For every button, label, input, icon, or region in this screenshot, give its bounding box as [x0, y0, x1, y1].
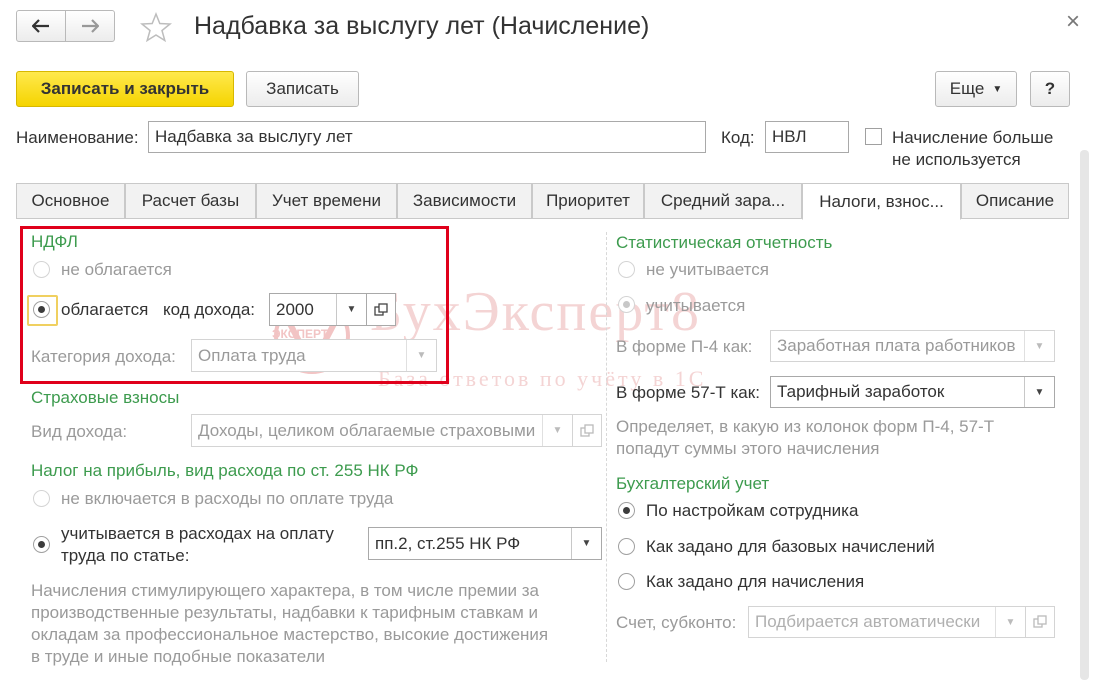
tab-panel-border-right — [961, 218, 1069, 219]
profit-tax-note-line2: производственные результаты, надбавки к … — [31, 603, 539, 622]
not-used-label-line1: Начисление больше — [892, 128, 1054, 147]
accounting-option1-radio[interactable] — [618, 502, 635, 519]
insurance-heading: Страховые взносы — [31, 388, 180, 407]
chevron-down-icon: ▼ — [992, 83, 1003, 95]
chevron-down-icon[interactable]: ▼ — [1024, 331, 1054, 361]
accounting-option3-radio[interactable] — [618, 573, 635, 590]
vertical-scrollbar[interactable] — [1080, 150, 1089, 680]
profit-tax-heading: Налог на прибыль, вид расхода по ст. 255… — [31, 461, 419, 480]
insurance-open-button[interactable] — [572, 414, 602, 447]
p4-value: Заработная плата работников — [777, 336, 1016, 355]
profit-tax-note-line4: в труде и иные подобные показатели — [31, 647, 326, 666]
tab-panel-border — [16, 218, 802, 219]
p4-label: В форме П-4 как: — [616, 337, 753, 356]
p4-select[interactable]: Заработная плата работников ▼ — [770, 330, 1055, 362]
insurance-income-type-value: Доходы, целиком облагаемые страховыми — [198, 420, 536, 440]
arrow-left-icon — [32, 19, 49, 33]
profit-tax-not-included-radio[interactable] — [33, 490, 50, 507]
chevron-down-icon[interactable]: ▼ — [571, 528, 601, 559]
profit-tax-not-included-label: не включается в расходы по оплате труда — [61, 489, 394, 508]
not-used-label-line2: не используется — [892, 150, 1021, 169]
tab-taxes[interactable]: Налоги, взнос... — [802, 183, 961, 220]
chevron-down-icon[interactable]: ▼ — [542, 415, 572, 446]
account-label: Счет, субконто: — [616, 613, 737, 632]
tab-main[interactable]: Основное — [16, 183, 125, 219]
statistics-heading: Статистическая отчетность — [616, 233, 833, 252]
accounting-option1-label: По настройкам сотрудника — [646, 501, 859, 520]
name-label: Наименование: — [16, 128, 139, 147]
statistics-counted-radio[interactable] — [618, 296, 635, 313]
tab-dependencies[interactable]: Зависимости — [397, 183, 532, 219]
account-placeholder: Подбирается автоматически — [755, 612, 981, 631]
save-and-close-button[interactable]: Записать и закрыть — [16, 71, 234, 107]
profit-tax-article-select[interactable]: пп.2, ст.255 НК РФ ▼ — [368, 527, 602, 560]
not-used-checkbox[interactable] — [865, 128, 882, 145]
f57t-value: Тарифный заработок — [777, 382, 945, 401]
column-divider — [606, 232, 607, 662]
window-title: Надбавка за выслугу лет (Начисление) — [194, 12, 650, 40]
tab-description[interactable]: Описание — [961, 183, 1069, 219]
accounting-option2-label: Как задано для базовых начислений — [646, 537, 935, 556]
favorite-star-icon[interactable] — [140, 12, 172, 42]
highlight-frame — [20, 226, 449, 384]
accounting-heading: Бухгалтерский учет — [616, 474, 770, 493]
statistics-note-line1: Определяет, в какую из колонок форм П-4,… — [616, 417, 995, 436]
help-button[interactable]: ? — [1030, 71, 1070, 107]
profit-tax-note-line1: Начисления стимулирующего характера, в т… — [31, 581, 540, 600]
tab-priority[interactable]: Приоритет — [532, 183, 644, 219]
arrow-right-icon — [82, 19, 99, 33]
profit-tax-included-label-line2: труда по статье: — [61, 546, 190, 565]
name-input[interactable]: Надбавка за выслугу лет — [148, 121, 706, 153]
profit-tax-included-radio[interactable] — [33, 536, 50, 553]
chevron-down-icon[interactable]: ▼ — [1024, 377, 1054, 407]
accounting-option3-label: Как задано для начисления — [646, 572, 865, 591]
statistics-note-line2: попадут суммы этого начисления — [616, 439, 880, 458]
statistics-counted-label: учитывается — [646, 296, 746, 315]
close-icon[interactable]: × — [1066, 8, 1080, 36]
profit-tax-article-value: пп.2, ст.255 НК РФ — [375, 533, 521, 553]
profit-tax-included-label-line1: учитывается в расходах на оплату — [61, 524, 334, 543]
insurance-income-type-select[interactable]: Доходы, целиком облагаемые страховыми ▼ — [191, 414, 573, 447]
code-label: Код: — [721, 128, 755, 147]
statistics-not-counted-label: не учитывается — [646, 260, 769, 279]
more-button[interactable]: Еще ▼ — [935, 71, 1017, 107]
code-input[interactable]: НВЛ — [765, 121, 849, 153]
chevron-down-icon[interactable]: ▼ — [995, 607, 1025, 637]
tab-base-calculation[interactable]: Расчет базы — [125, 183, 256, 219]
save-button[interactable]: Записать — [246, 71, 359, 107]
tab-average-earnings[interactable]: Средний зара... — [644, 183, 802, 219]
more-button-label: Еще — [949, 79, 985, 98]
account-select[interactable]: Подбирается автоматически ▼ — [748, 606, 1026, 638]
back-button[interactable] — [16, 10, 66, 42]
accounting-option2-radio[interactable] — [618, 538, 635, 555]
insurance-income-type-label: Вид дохода: — [31, 422, 128, 441]
forward-button[interactable] — [65, 10, 115, 42]
account-open-button[interactable] — [1025, 606, 1055, 638]
f57t-select[interactable]: Тарифный заработок ▼ — [770, 376, 1055, 408]
tab-time-accounting[interactable]: Учет времени — [256, 183, 397, 219]
open-form-icon — [1033, 615, 1047, 628]
open-form-icon — [580, 423, 594, 437]
statistics-not-counted-radio[interactable] — [618, 261, 635, 278]
f57t-label: В форме 57-Т как: — [616, 383, 760, 402]
profit-tax-note-line3: окладам за профессиональное мастерство, … — [31, 625, 549, 644]
